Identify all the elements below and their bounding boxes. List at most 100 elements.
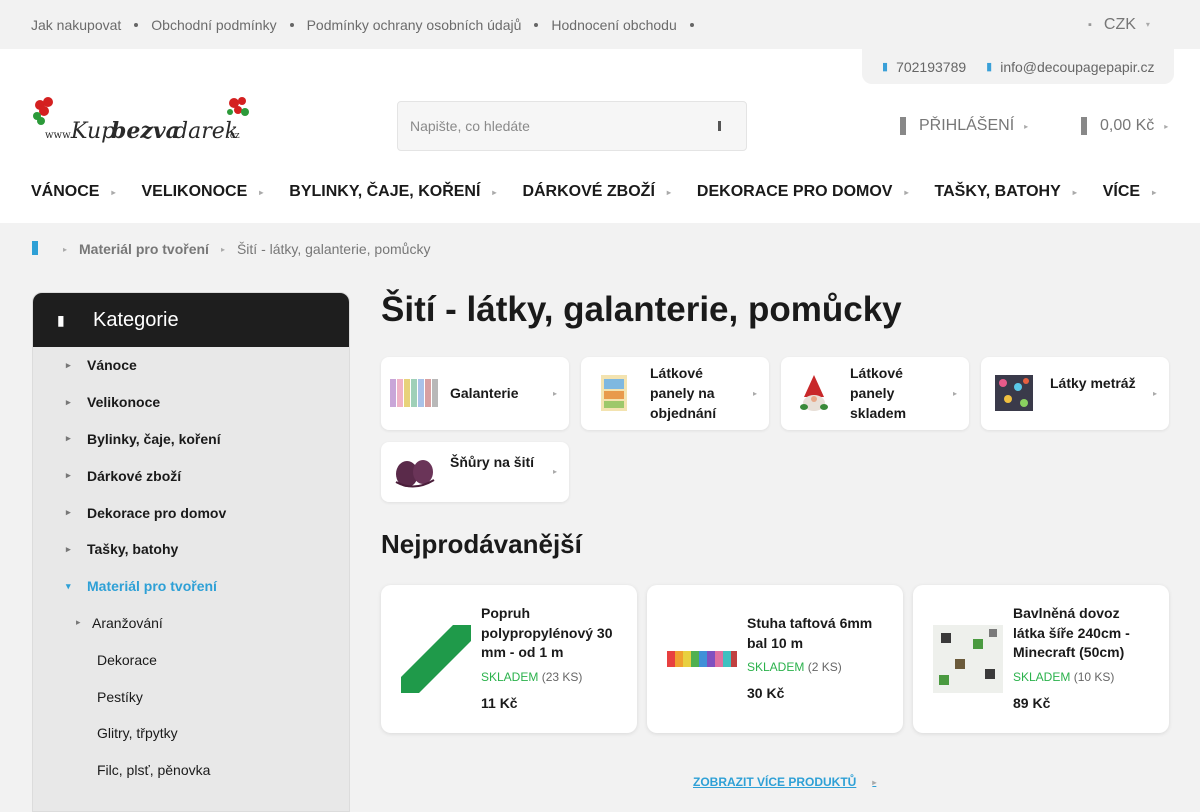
top-bar: Jak nakupovat Obchodní podmínky Podmínky… bbox=[0, 0, 1200, 49]
separator-dot bbox=[534, 22, 539, 27]
top-links: Jak nakupovat Obchodní podmínky Podmínky… bbox=[31, 0, 707, 49]
chevron-right-icon: ▸ bbox=[66, 543, 71, 554]
product-price: 30 Kč bbox=[747, 685, 785, 701]
subcategory-tile-galanterie[interactable]: Galanterie ▸ bbox=[381, 357, 569, 430]
nav-item-velikonoce[interactable]: VELIKONOCE ▸ bbox=[141, 183, 263, 201]
chevron-right-icon: ▸ bbox=[552, 389, 557, 398]
subcategory-tile-panely-skladem[interactable]: Látkové panely skladem ▸ bbox=[781, 357, 969, 430]
nav-item-label: VÁNOCE bbox=[31, 183, 100, 200]
login-button[interactable]: PŘIHLÁŠENÍ ▸ bbox=[898, 111, 1028, 141]
cord-thumbnail bbox=[395, 460, 435, 488]
sidebar-item-aranzovani[interactable]: ▸ Aranžování bbox=[33, 605, 349, 642]
chevron-right-icon: ▸ bbox=[552, 467, 557, 476]
product-card[interactable]: Bavlněná dovoz látka šíře 240cm - Minecr… bbox=[913, 585, 1169, 733]
subcategory-label: Galanterie bbox=[450, 385, 519, 401]
contact-bar: ▮ 702193789 ▮ info@decoupagepapir.cz bbox=[862, 49, 1174, 84]
svg-text:.cz: .cz bbox=[227, 131, 240, 141]
cart-icon bbox=[1081, 117, 1087, 135]
chevron-right-icon: ▸ bbox=[492, 187, 497, 197]
sidebar-item-pestiky[interactable]: Pestíky bbox=[33, 678, 349, 715]
subcategory-tile-latky-metraz[interactable]: Látky metráž ▸ bbox=[981, 357, 1169, 430]
gnome-thumbnail bbox=[800, 375, 828, 411]
nav-item-label: VÍCE bbox=[1102, 183, 1141, 200]
subcategory-tile-panely-objednani[interactable]: Látkové panely na objednání ▸ bbox=[581, 357, 769, 430]
separator-dot bbox=[289, 22, 294, 27]
search-button[interactable] bbox=[712, 118, 728, 134]
sidebar-item-material[interactable]: ▾ Materiál pro tvoření bbox=[33, 568, 349, 605]
product-stock: SKLADEM (10 KS) bbox=[1013, 670, 1114, 684]
nav-item-dekorace[interactable]: DEKORACE PRO DOMOV ▸ bbox=[697, 183, 909, 201]
product-name: Bavlněná dovoz látka šíře 240cm - Minecr… bbox=[1013, 605, 1130, 660]
user-icon bbox=[900, 117, 906, 135]
sidebar-item-filc[interactable]: Filc, plsť, pěnovka bbox=[33, 752, 349, 789]
email-icon: ▮ bbox=[986, 61, 993, 73]
chevron-right-icon: ▸ bbox=[66, 396, 71, 407]
sidebar-item-glitry[interactable]: Glitry, třpytky bbox=[33, 715, 349, 752]
top-link-privacy[interactable]: Podmínky ochrany osobních údajů bbox=[307, 17, 522, 33]
phone-number: 702193789 bbox=[896, 58, 967, 75]
separator-dot bbox=[134, 22, 139, 27]
product-image-ribbon bbox=[667, 651, 737, 667]
phone-link[interactable]: ▮ 702193789 bbox=[882, 59, 966, 75]
top-link-terms[interactable]: Obchodní podmínky bbox=[151, 17, 276, 33]
nav-item-tasky[interactable]: TAŠKY, BATOHY ▸ bbox=[935, 183, 1077, 201]
chevron-down-icon: ▾ bbox=[1145, 20, 1150, 29]
nav-item-darkove-zbozi[interactable]: DÁRKOVÉ ZBOŽÍ ▸ bbox=[522, 183, 670, 201]
chevron-right-icon: ▸ bbox=[259, 187, 264, 197]
product-price: 11 Kč bbox=[481, 695, 518, 711]
nav-item-vanoce[interactable]: VÁNOCE ▸ bbox=[31, 183, 115, 201]
site-logo[interactable]: www. Kup bezva darek .cz bbox=[31, 96, 255, 154]
search-input[interactable] bbox=[410, 102, 700, 150]
breadcrumb-item[interactable]: Materiál pro tvoření bbox=[79, 241, 209, 257]
subcategory-tile-snury[interactable]: Šňůry na šití ▸ bbox=[381, 442, 569, 502]
svg-text:bezva: bezva bbox=[111, 118, 180, 144]
sidebar-item-tasky[interactable]: ▸ Tašky, batohy bbox=[33, 531, 349, 568]
cart-button[interactable]: 0,00 Kč ▸ bbox=[1079, 111, 1168, 141]
currency-selector[interactable]: ▪ CZK ▾ bbox=[1088, 0, 1150, 49]
top-link-how-to-buy[interactable]: Jak nakupovat bbox=[31, 17, 121, 33]
show-more-products-link[interactable]: ZOBRAZIT VÍCE PRODUKTŮ ▸ bbox=[693, 775, 876, 789]
chevron-right-icon: ▸ bbox=[904, 187, 909, 197]
nav-item-label: TAŠKY, BATOHY bbox=[934, 183, 1061, 200]
sidebar-item-darkove-zbozi[interactable]: ▸ Dárkové zboží bbox=[33, 457, 349, 494]
nav-item-label: BYLINKY, ČAJE, KOŘENÍ bbox=[289, 183, 481, 200]
chevron-right-icon: ▸ bbox=[666, 187, 671, 197]
phone-icon: ▮ bbox=[882, 61, 889, 73]
email-link[interactable]: ▮ info@decoupagepapir.cz bbox=[986, 59, 1154, 75]
top-link-reviews[interactable]: Hodnocení obchodu bbox=[551, 17, 676, 33]
nav-item-vice[interactable]: VÍCE ▸ bbox=[1103, 183, 1156, 201]
sidebar-item-label: Vánoce bbox=[87, 357, 137, 374]
chevron-right-icon: ▸ bbox=[220, 244, 225, 254]
product-image-strap bbox=[401, 625, 471, 693]
category-sidebar: ▮ Kategorie ▸ Vánoce ▸ Velikonoce ▸ Bylinky… bbox=[32, 292, 350, 812]
sidebar-header[interactable]: ▮ Kategorie bbox=[33, 293, 349, 347]
home-icon[interactable] bbox=[31, 240, 39, 259]
product-card[interactable]: Popruh polypropylénový 30 mm - od 1 m SK… bbox=[381, 585, 637, 733]
galanterie-thumbnail bbox=[390, 379, 438, 407]
svg-text:Kup: Kup bbox=[70, 119, 115, 144]
stock-status: SKLADEM bbox=[1013, 670, 1071, 684]
header: ▮ 702193789 ▮ info@decoupagepapir.cz www… bbox=[0, 49, 1200, 223]
sidebar-item-label: Velikonoce bbox=[87, 394, 161, 411]
main-nav: VÁNOCE ▸ VELIKONOCE ▸ BYLINKY, ČAJE, KOŘEN… bbox=[31, 180, 1156, 204]
sidebar-item-label: Tašky, batohy bbox=[87, 541, 179, 558]
sidebar-item-label: Dárkové zboží bbox=[87, 467, 182, 484]
clover-left-icon bbox=[33, 97, 53, 125]
product-name: Popruh polypropylénový 30 mm - od 1 m bbox=[481, 605, 613, 660]
breadcrumb-current: Šití - látky, galanterie, pomůcky bbox=[236, 241, 431, 257]
nav-item-bylinky[interactable]: BYLINKY, ČAJE, KOŘENÍ ▸ bbox=[289, 183, 496, 201]
sidebar-item-velikonoce[interactable]: ▸ Velikonoce bbox=[33, 384, 349, 421]
sidebar-item-dekorace[interactable]: ▸ Dekorace pro domov bbox=[33, 494, 349, 531]
product-card[interactable]: Stuha taftová 6mm bal 10 m SKLADEM (2 KS… bbox=[647, 585, 903, 733]
subcategory-label: Šňůry na šití bbox=[450, 454, 535, 470]
clover-right-icon bbox=[227, 97, 249, 116]
search-box bbox=[397, 101, 747, 151]
nav-item-label: DÁRKOVÉ ZBOŽÍ bbox=[522, 183, 655, 200]
sidebar-item-bylinky[interactable]: ▸ Bylinky, čaje, koření bbox=[33, 421, 349, 458]
sidebar-item-dekorace-sub[interactable]: Dekorace bbox=[33, 641, 349, 678]
chevron-right-icon: ▸ bbox=[1152, 187, 1157, 197]
sidebar-item-label: Bylinky, čaje, koření bbox=[87, 430, 221, 447]
product-stock: SKLADEM (2 KS) bbox=[747, 660, 842, 674]
sidebar-item-label: Materiál pro tvoření bbox=[87, 578, 217, 595]
sidebar-item-vanoce[interactable]: ▸ Vánoce bbox=[33, 347, 349, 384]
